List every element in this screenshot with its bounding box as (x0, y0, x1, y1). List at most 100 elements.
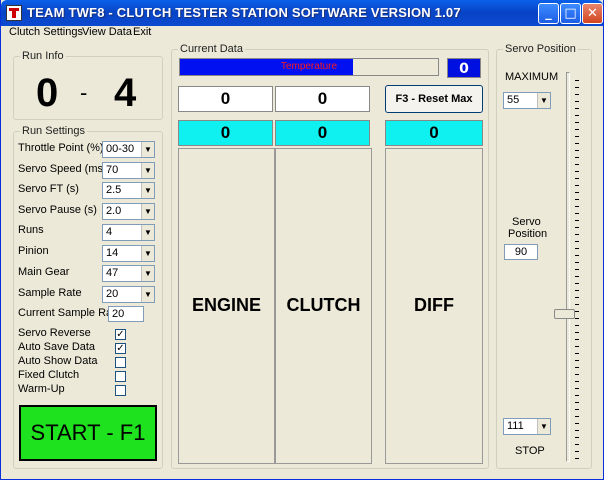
chevron-down-icon[interactable]: ▼ (141, 266, 154, 281)
slider-tick (575, 290, 579, 291)
slider-tick (575, 388, 579, 389)
slider-tick (575, 164, 579, 165)
chevron-down-icon[interactable]: ▼ (141, 287, 154, 302)
slider-tick (575, 276, 579, 277)
servo-slider-track[interactable] (566, 72, 570, 462)
current-sample-rate-label: Current Sample Rate (18, 307, 122, 319)
maximize-button[interactable]: □ (560, 3, 581, 24)
slider-tick (575, 423, 579, 424)
slider-tick (575, 346, 579, 347)
slider-tick (575, 311, 579, 312)
slider-tick (575, 94, 579, 95)
current-data-label: Current Data (178, 43, 245, 55)
slider-tick (575, 437, 579, 438)
slider-tick (575, 185, 579, 186)
main-gear-select[interactable]: 47 ▼ (102, 265, 155, 282)
chevron-down-icon[interactable]: ▼ (141, 225, 154, 240)
run-settings-label: Run Settings (20, 125, 87, 137)
slider-tick (575, 283, 579, 284)
diff-label: DIFF (414, 295, 454, 315)
run-separator: - (80, 80, 88, 105)
runs-select[interactable]: 4 ▼ (102, 224, 155, 241)
close-button[interactable]: ✕ (582, 3, 603, 24)
servo-pause-select[interactable]: 2.0 ▼ (102, 203, 155, 220)
warm-up-label: Warm-Up (18, 383, 65, 395)
chevron-down-icon[interactable]: ▼ (537, 419, 550, 434)
stop-select[interactable]: 111 ▼ (503, 418, 551, 435)
menu-clutch-settings[interactable]: Clutch Settings (9, 26, 83, 38)
chevron-down-icon[interactable]: ▼ (141, 142, 154, 157)
slider-tick (575, 444, 579, 445)
menu-exit[interactable]: Exit (133, 26, 151, 38)
chevron-down-icon[interactable]: ▼ (141, 183, 154, 198)
maximum-select[interactable]: 55 ▼ (503, 92, 551, 109)
warm-up-checkbox[interactable] (115, 385, 126, 396)
run-current: 0 (36, 71, 59, 115)
slider-tick (575, 255, 579, 256)
start-button[interactable]: START - F1 (19, 405, 157, 461)
sample-rate-select[interactable]: 20 ▼ (102, 286, 155, 303)
slider-tick (575, 304, 579, 305)
throttle-point-select[interactable]: 00-30 ▼ (102, 141, 155, 158)
run-total: 4 (114, 71, 137, 115)
pinion-label: Pinion (18, 245, 49, 257)
servo-ft-label: Servo FT (s) (18, 183, 79, 195)
runs-label: Runs (18, 224, 44, 236)
slider-tick (575, 220, 579, 221)
reset-max-button[interactable]: F3 - Reset Max (385, 85, 483, 113)
slider-tick (575, 192, 579, 193)
menu-view-data[interactable]: View Data (82, 26, 132, 38)
servo-reverse-checkbox[interactable]: ✓ (115, 329, 126, 340)
slider-tick (575, 374, 579, 375)
slider-tick (575, 213, 579, 214)
menu-bar: Clutch Settings View Data Exit (1, 26, 603, 40)
slider-tick (575, 80, 579, 81)
slider-tick (575, 318, 579, 319)
chevron-down-icon[interactable]: ▼ (537, 93, 550, 108)
servo-position-caption-2: Position (508, 228, 548, 240)
slider-tick (575, 409, 579, 410)
slider-tick (575, 381, 579, 382)
engine-label: ENGINE (191, 295, 261, 315)
slider-tick (575, 430, 579, 431)
slider-tick (575, 416, 579, 417)
slider-tick (575, 136, 579, 137)
diff-panel: DIFF (385, 148, 483, 464)
minimize-button[interactable]: _ (538, 3, 559, 24)
chevron-down-icon[interactable]: ▼ (141, 163, 154, 178)
auto-save-data-label: Auto Save Data (18, 341, 96, 353)
servo-speed-label: Servo Speed (ms) (18, 163, 107, 175)
slider-tick (575, 206, 579, 207)
slider-tick (575, 150, 579, 151)
run-info-group: Run Info 0 - 4 (13, 50, 163, 120)
slider-tick (575, 395, 579, 396)
slider-tick (575, 87, 579, 88)
servo-pause-label: Servo Pause (s) (18, 204, 97, 216)
slider-tick (575, 339, 579, 340)
slider-tick (575, 143, 579, 144)
window-title: TEAM TWF8 - CLUTCH TESTER STATION SOFTWA… (27, 5, 461, 20)
slider-tick (575, 332, 579, 333)
servo-ft-select[interactable]: 2.5 ▼ (102, 182, 155, 199)
slider-tick (575, 367, 579, 368)
slider-tick (575, 241, 579, 242)
slider-tick (575, 171, 579, 172)
throttle-point-label: Throttle Point (%) (18, 142, 104, 154)
engine-current-value: 0 (178, 120, 273, 146)
servo-speed-select[interactable]: 70 ▼ (102, 162, 155, 179)
pinion-select[interactable]: 14 ▼ (102, 245, 155, 262)
fixed-clutch-checkbox[interactable] (115, 371, 126, 382)
run-info-label: Run Info (20, 50, 66, 62)
chevron-down-icon[interactable]: ▼ (141, 204, 154, 219)
main-gear-label: Main Gear (18, 266, 70, 278)
slider-tick (575, 199, 579, 200)
auto-save-data-checkbox[interactable]: ✓ (115, 343, 126, 354)
slider-tick (575, 451, 579, 452)
auto-show-data-checkbox[interactable] (115, 357, 126, 368)
title-bar[interactable]: TEAM TWF8 - CLUTCH TESTER STATION SOFTWA… (1, 0, 603, 26)
slider-tick (575, 122, 579, 123)
sample-rate-label: Sample Rate (18, 287, 82, 299)
clutch-current-value: 0 (275, 120, 370, 146)
servo-slider-thumb[interactable] (554, 309, 575, 319)
chevron-down-icon[interactable]: ▼ (141, 246, 154, 261)
